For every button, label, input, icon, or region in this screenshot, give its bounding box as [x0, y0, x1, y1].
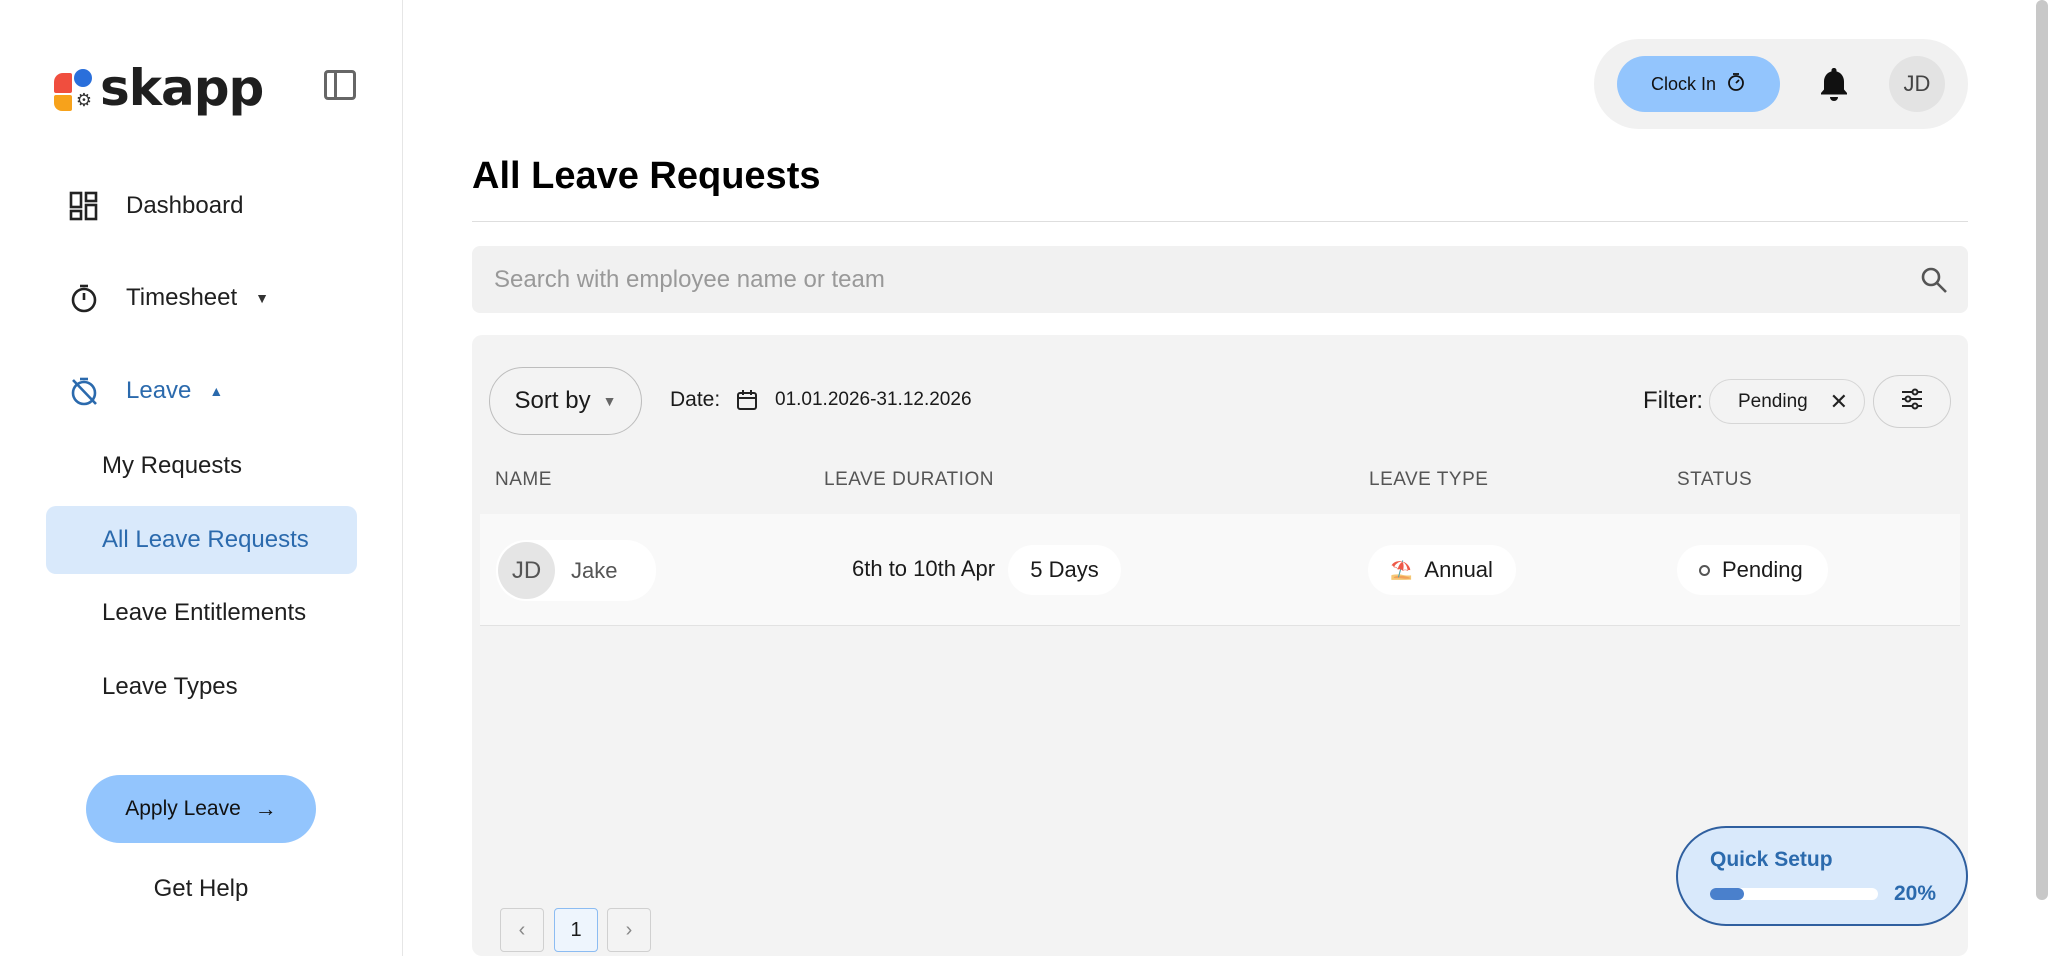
search-icon[interactable] [1920, 266, 1948, 294]
dashboard-icon [68, 190, 100, 222]
employee-name: Jake [571, 557, 618, 583]
chevron-left-icon: ‹ [518, 918, 526, 941]
quick-setup-progress-fill [1710, 888, 1744, 900]
filter-label: Filter: [1643, 387, 1703, 414]
clock-in-button[interactable]: Clock In [1617, 56, 1780, 112]
sidebar-item-leave[interactable]: Leave ▲ [68, 371, 223, 411]
calendar-icon[interactable] [736, 389, 758, 411]
close-icon[interactable]: ✕ [1830, 389, 1848, 415]
sliders-icon [1900, 387, 1924, 416]
column-header-leave-duration: LEAVE DURATION [824, 469, 994, 490]
sidebar-subitem-leave-entitlements[interactable]: Leave Entitlements [46, 579, 357, 647]
caret-up-icon: ▲ [209, 383, 224, 399]
search-bar [472, 246, 1968, 313]
sort-by-button[interactable]: Sort by ▼ [489, 367, 642, 435]
beach-umbrella-icon: ⛱️ [1390, 559, 1413, 580]
filter-chip-label: Pending [1738, 390, 1808, 412]
sidebar-item-label: Timesheet [126, 284, 238, 311]
caret-down-icon: ▼ [255, 290, 270, 306]
quick-setup-progress [1710, 888, 1878, 900]
sidebar-item-label: Leave [126, 377, 192, 404]
quick-setup-percent: 20% [1894, 882, 1937, 905]
quick-setup-title: Quick Setup [1710, 848, 1833, 871]
leave-icon [68, 375, 100, 407]
pagination-prev-button[interactable]: ‹ [500, 908, 544, 952]
brand-logo[interactable]: ⚙ skapp [54, 59, 264, 117]
status-badge: Pending [1677, 545, 1828, 595]
date-range-value[interactable]: 01.01.2026-31.12.2026 [775, 389, 972, 411]
date-label: Date: [670, 388, 721, 411]
sidebar: ⚙ skapp Dashboard Timesheet ▼ Leave ▲ My… [0, 0, 403, 956]
sidebar-toggle-icon[interactable] [324, 70, 356, 100]
page-title: All Leave Requests [472, 155, 821, 197]
avatar: JD [498, 542, 555, 599]
leave-type-label: Annual [1424, 557, 1493, 582]
leave-duration: 6th to 10th Apr [852, 556, 996, 581]
sidebar-subitem-leave-types[interactable]: Leave Types [46, 653, 357, 721]
filter-settings-button[interactable] [1873, 375, 1951, 428]
sidebar-subitem-all-leave-requests[interactable]: All Leave Requests [46, 506, 357, 574]
status-dot-icon [1699, 564, 1710, 576]
brand-name: skapp [100, 59, 264, 117]
user-avatar[interactable]: JD [1889, 56, 1945, 112]
employee-chip[interactable]: JD Jake [496, 540, 656, 601]
apply-leave-label: Apply Leave [125, 797, 241, 820]
chevron-right-icon: › [625, 918, 633, 941]
sidebar-item-dashboard[interactable]: Dashboard [68, 186, 243, 226]
search-input[interactable] [494, 246, 1874, 313]
title-divider [472, 221, 1968, 222]
sidebar-subitem-my-requests[interactable]: My Requests [46, 432, 357, 500]
filter-chip-pending[interactable]: Pending ✕ [1709, 379, 1865, 424]
status-label: Pending [1722, 557, 1803, 582]
column-header-leave-type: LEAVE TYPE [1369, 469, 1489, 490]
apply-leave-button[interactable]: Apply Leave → [86, 775, 316, 843]
page-scrollbar[interactable] [2036, 0, 2048, 900]
sort-by-label: Sort by [514, 387, 591, 414]
quick-setup-widget[interactable]: Quick Setup 20% [1676, 826, 1968, 926]
pagination-next-button[interactable]: › [607, 908, 651, 952]
stopwatch-icon [68, 282, 100, 314]
arrow-right-icon: → [254, 796, 277, 821]
column-header-name: NAME [495, 469, 552, 490]
bell-icon[interactable] [1818, 66, 1850, 102]
logo-mark-icon: ⚙ [54, 65, 96, 111]
sidebar-item-timesheet[interactable]: Timesheet ▼ [68, 278, 269, 318]
column-header-status: STATUS [1677, 469, 1753, 490]
get-help-link[interactable]: Get Help [110, 875, 292, 903]
caret-down-icon: ▼ [602, 393, 617, 409]
leave-type-badge: ⛱️ Annual [1368, 545, 1516, 595]
leave-days-badge: 5 Days [1008, 545, 1121, 595]
pagination-page-1[interactable]: 1 [554, 908, 598, 952]
timer-icon [1726, 72, 1746, 97]
sidebar-item-label: Dashboard [126, 192, 244, 219]
clock-in-label: Clock In [1650, 73, 1717, 94]
app-root: ⚙ skapp Dashboard Timesheet ▼ Leave ▲ My… [0, 0, 2048, 956]
